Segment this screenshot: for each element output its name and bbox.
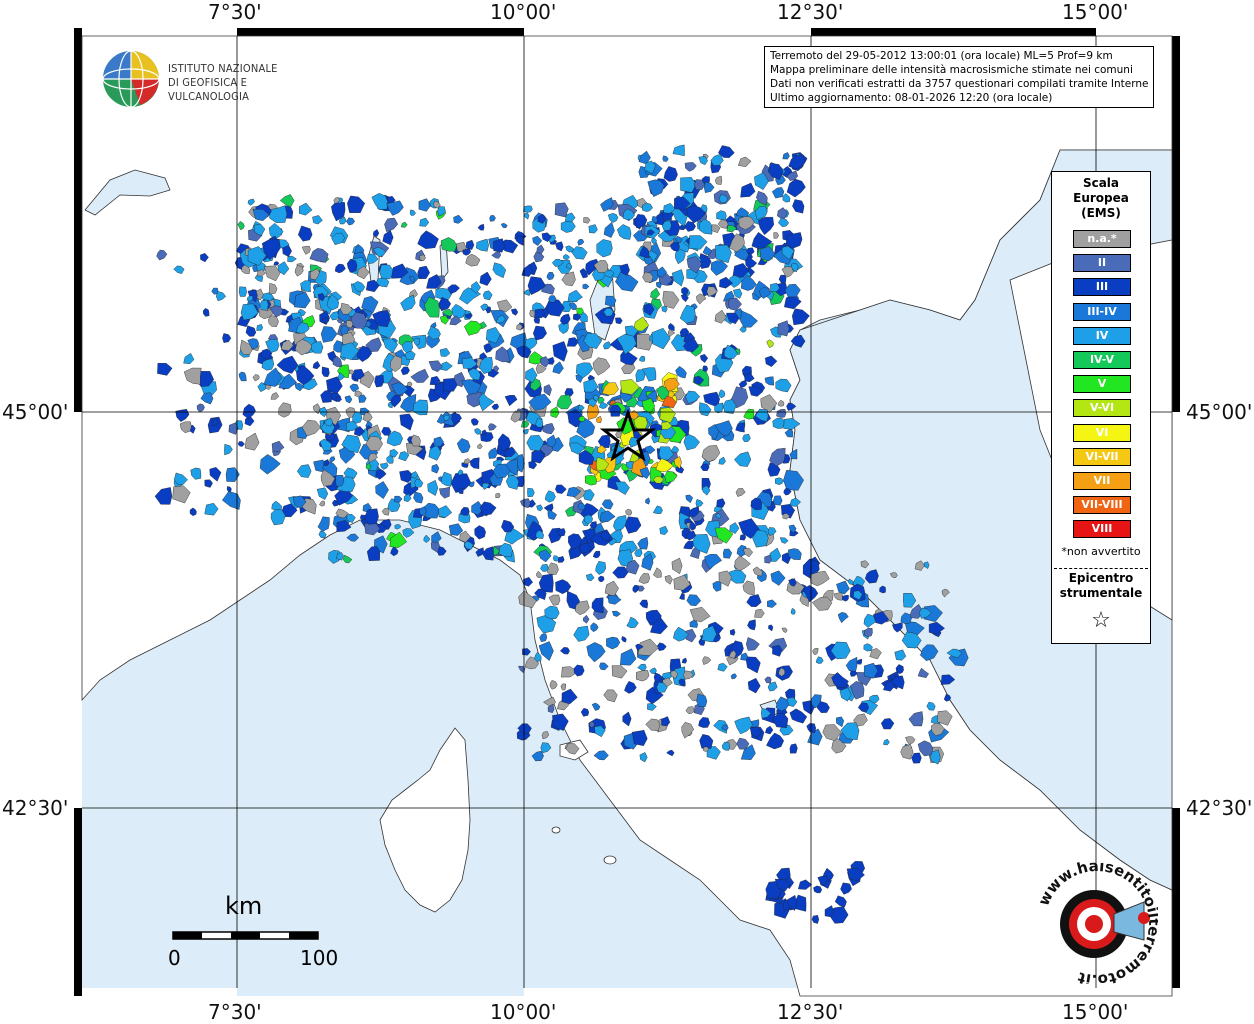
municipality-polygon (374, 375, 384, 388)
municipality-polygon (584, 475, 597, 486)
top-tick-15-00: 15°00' (1062, 0, 1129, 24)
municipality-polygon (773, 495, 783, 506)
legend-item: III-IV (1073, 302, 1131, 321)
bottom-tick-12-30: 12°30' (777, 1000, 844, 1024)
legend-item: III (1073, 278, 1131, 297)
legend-title-line3: (EMS) (1081, 206, 1121, 220)
legend-epicenter-line2: strumentale (1059, 586, 1143, 600)
legend-item: VII (1073, 472, 1131, 490)
legend-item: IV-V (1073, 351, 1131, 369)
epicenter-star-icon: ☆ (1091, 608, 1111, 633)
legend-item: n.a.* (1073, 230, 1131, 248)
bottom-tick-7-30: 7°30' (208, 1000, 262, 1024)
municipality-polygon (789, 743, 798, 754)
scale-bar-graphic (172, 931, 319, 940)
left-tick-45-00: 45°00' (2, 400, 69, 424)
event-info-line2: Mappa preliminare delle intensità macros… (770, 64, 1133, 76)
municipality-polygon (578, 416, 586, 422)
ingv-name-line2: DI GEOFISICA E VULCANOLOGIA (168, 76, 250, 103)
legend-note: *non avvertito (1061, 545, 1141, 558)
top-tick-10-00: 10°00' (490, 0, 557, 24)
scale-start: 0 (168, 946, 181, 970)
legend-title-line1: Scala (1082, 176, 1120, 190)
legend-item: V-VI (1073, 399, 1131, 418)
legend-epicenter-line1: Epicentro (1068, 571, 1134, 585)
municipality-polygon (576, 307, 584, 315)
municipality-polygon (842, 594, 849, 602)
islet (551, 826, 561, 834)
event-info-line3: Dati non verificati estratti da 3757 que… (770, 78, 1148, 90)
bottom-tick-10-00: 10°00' (490, 1000, 557, 1024)
ingv-globe-icon (102, 50, 160, 108)
legend-title-line2: Europea (1073, 191, 1129, 205)
top-tick-7-30: 7°30' (208, 0, 262, 24)
legend-item: IV (1073, 326, 1131, 345)
municipality-polygon (238, 286, 247, 297)
legend-title: Scala Europea (EMS) (1052, 176, 1150, 221)
legend-item: II (1073, 254, 1131, 273)
event-info-line4: Ultimo aggiornamento: 08-01-2026 12:20 (… (770, 92, 1053, 104)
legend-item: VI (1073, 423, 1131, 442)
municipality-polygon (321, 366, 330, 378)
bottom-tick-15-00: 15°00' (1062, 1000, 1129, 1024)
scale-bar: km 0 100 (168, 892, 338, 972)
legend-item: VII-VIII (1073, 496, 1131, 515)
intensity-map: 7°30' 10°00' 12°30' 15°00' 7°30' 10°00' … (0, 0, 1254, 1024)
ingv-logo: ISTITUTO NAZIONALE DI GEOFISICA E VULCAN… (100, 48, 320, 108)
ems-legend: Scala Europea (EMS) n.a.* II III III-IV IV IV… (1051, 171, 1151, 644)
municipality-polygon (495, 492, 501, 499)
scale-unit: km (225, 892, 263, 920)
legend-separator (1054, 568, 1148, 569)
legend-item: V (1073, 375, 1131, 394)
islet (603, 855, 617, 865)
left-tick-42-30: 42°30' (2, 796, 69, 820)
right-tick-45-00: 45°00' (1186, 400, 1253, 424)
event-info-box: Terremoto del 29-05-2012 13:00:01 (ora l… (764, 46, 1154, 108)
right-tick-42-30: 42°30' (1186, 796, 1253, 820)
municipality-polygon (523, 205, 533, 213)
municipality-polygon (625, 508, 633, 516)
event-info-line1: Terremoto del 29-05-2012 13:00:01 (ora l… (770, 50, 1113, 62)
top-tick-12-30: 12°30' (777, 0, 844, 24)
legend-item: VI-VII (1073, 447, 1131, 466)
legend-epicenter-label: Epicentro strumentale (1052, 571, 1150, 601)
legend-item: VIII (1073, 520, 1131, 539)
ingv-name: ISTITUTO NAZIONALE DI GEOFISICA E VULCAN… (168, 62, 320, 104)
haisentito-stamp: www.haisentitoilterremoto.it (1036, 862, 1158, 984)
scale-end: 100 (300, 946, 339, 970)
ingv-name-line1: ISTITUTO NAZIONALE (168, 62, 278, 75)
